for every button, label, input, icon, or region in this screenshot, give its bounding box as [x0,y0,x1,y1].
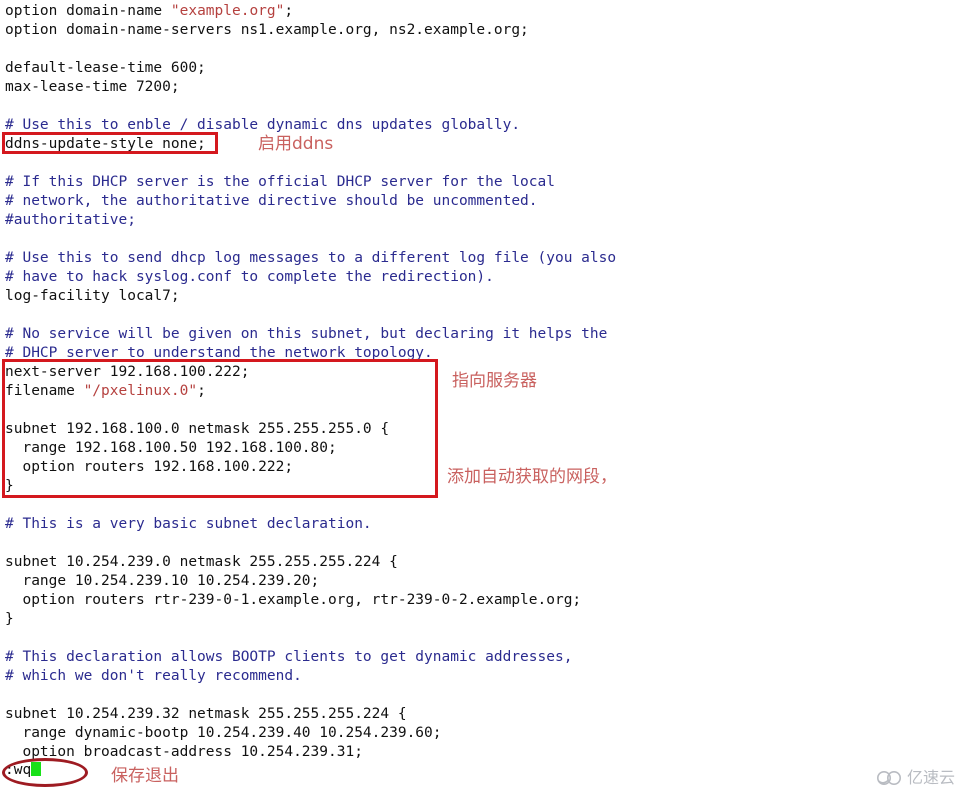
code-line: # No service will be given on this subne… [5,325,607,344]
code-span-plain: log-facility local7; [5,288,180,304]
code-line: filename "/pxelinux.0"; [5,382,206,401]
code-line: max-lease-time 7200; [5,78,180,97]
code-line: # network, the authoritative directive s… [5,192,538,211]
code-line: range 192.168.100.50 192.168.100.80; [5,439,337,458]
code-span-plain: subnet 10.254.239.32 netmask 255.255.255… [5,706,407,722]
code-line: option routers 192.168.100.222; [5,458,293,477]
code-line: # have to hack syslog.conf to complete t… [5,268,494,287]
code-span-plain: option routers rtr-239-0-1.example.org, … [5,592,582,608]
code-span-plain: } [5,478,14,494]
code-line: # If this DHCP server is the official DH… [5,173,555,192]
annotation-enable-ddns: 启用ddns [258,134,334,154]
code-line: # This is a very basic subnet declaratio… [5,515,372,534]
text-editor-viewport[interactable]: option domain-name "example.org"; option … [0,0,971,795]
code-line: subnet 10.254.239.32 netmask 255.255.255… [5,705,407,724]
code-line: # Use this to send dhcp log messages to … [5,249,616,268]
code-line: range 10.254.239.10 10.254.239.20; [5,572,319,591]
annotation-add-dhcp-range: 添加自动获取的网段， [447,467,617,487]
code-line: # This declaration allows BOOTP clients … [5,648,572,667]
code-span-plain: option routers 192.168.100.222; [5,459,294,475]
watermark: 亿速云 [876,769,955,787]
code-span-plain: range dynamic-bootp 10.254.239.40 10.254… [5,725,442,741]
code-line: log-facility local7; [5,287,180,306]
code-line: option domain-name-servers ns1.example.o… [5,21,529,40]
code-line: option broadcast-address 10.254.239.31; [5,743,363,762]
code-span-cmt: # This is a very basic subnet declaratio… [5,516,372,532]
code-span-plain: ddns-update-style none; [5,136,206,152]
code-span-plain: filename [5,383,84,399]
code-span-cmt: # network, the authoritative directive s… [5,193,538,209]
code-span-cmt: # Use this to enble / disable dynamic dn… [5,117,521,133]
code-line: } [5,477,14,496]
code-span-cmt: # which we don't really recommend. [5,668,302,684]
code-span-plain: option broadcast-address 10.254.239.31; [5,744,363,760]
code-span-cmt: #authoritative; [5,212,136,228]
annotation-point-to-server: 指向服务器 [452,371,537,391]
code-span-cmt: # If this DHCP server is the official DH… [5,174,555,190]
code-span-plain: option domain-name-servers ns1.example.o… [5,22,529,38]
code-line: #authoritative; [5,211,136,230]
vim-command-line[interactable]: :wq [5,761,42,780]
code-span-plain: subnet 192.168.100.0 netmask 255.255.255… [5,421,390,437]
vim-command-text: :wq [5,762,32,778]
code-line: ddns-update-style none; [5,135,206,154]
code-span-cmt: # DHCP server to understand the network … [5,345,433,361]
code-span-str: "example.org" [170,3,285,19]
code-line: option routers rtr-239-0-1.example.org, … [5,591,581,610]
code-span-plain: range 192.168.100.50 192.168.100.80; [5,440,337,456]
code-span-plain: subnet 10.254.239.0 netmask 255.255.255.… [5,554,398,570]
code-line: next-server 192.168.100.222; [5,363,249,382]
code-span-str: "/pxelinux.0" [83,383,198,399]
code-line: range dynamic-bootp 10.254.239.40 10.254… [5,724,442,743]
annotation-save-and-quit: 保存退出 [111,766,179,786]
code-span-plain: option domain-name [5,3,171,19]
code-span-plain: next-server 192.168.100.222; [5,364,250,380]
code-span-cmt: # This declaration allows BOOTP clients … [5,649,573,665]
code-span-cmt: # Use this to send dhcp log messages to … [5,250,617,266]
code-span-cmt: # have to hack syslog.conf to complete t… [5,269,494,285]
code-line: default-lease-time 600; [5,59,206,78]
code-span-plain: ; [197,383,206,399]
text-cursor [31,762,42,776]
code-line: } [5,610,14,629]
code-span-plain: range 10.254.239.10 10.254.239.20; [5,573,320,589]
code-span-plain: default-lease-time 600; [5,60,206,76]
code-line: option domain-name "example.org"; [5,2,293,21]
code-span-plain: max-lease-time 7200; [5,79,180,95]
watermark-text: 亿速云 [906,768,955,787]
cloud-icon [876,771,901,785]
code-line: subnet 192.168.100.0 netmask 255.255.255… [5,420,389,439]
code-span-cmt: # No service will be given on this subne… [5,326,608,342]
code-line: subnet 10.254.239.0 netmask 255.255.255.… [5,553,398,572]
code-line: # which we don't really recommend. [5,667,302,686]
code-span-plain: ; [284,3,294,19]
code-span-plain: } [5,611,14,627]
code-line: # DHCP server to understand the network … [5,344,433,363]
